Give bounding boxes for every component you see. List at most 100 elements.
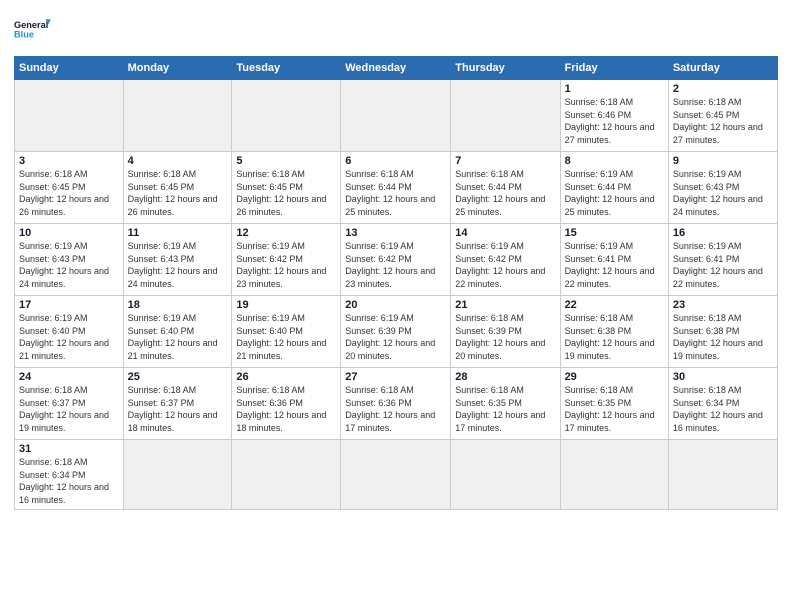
- calendar-week-1: 1Sunrise: 6:18 AMSunset: 6:46 PMDaylight…: [15, 80, 778, 152]
- calendar-cell: 1Sunrise: 6:18 AMSunset: 6:46 PMDaylight…: [560, 80, 668, 152]
- day-number: 10: [19, 227, 119, 239]
- calendar-cell: 5Sunrise: 6:18 AMSunset: 6:45 PMDaylight…: [232, 152, 341, 224]
- calendar-cell: 21Sunrise: 6:18 AMSunset: 6:39 PMDayligh…: [451, 296, 560, 368]
- day-number: 6: [345, 155, 446, 167]
- calendar-week-6: 31Sunrise: 6:18 AMSunset: 6:34 PMDayligh…: [15, 440, 778, 510]
- day-info: Sunrise: 6:18 AMSunset: 6:46 PMDaylight:…: [565, 96, 664, 146]
- day-info: Sunrise: 6:18 AMSunset: 6:35 PMDaylight:…: [565, 384, 664, 434]
- day-info: Sunrise: 6:19 AMSunset: 6:40 PMDaylight:…: [19, 312, 119, 362]
- day-number: 7: [455, 155, 555, 167]
- day-number: 27: [345, 371, 446, 383]
- calendar-cell: 31Sunrise: 6:18 AMSunset: 6:34 PMDayligh…: [15, 440, 124, 510]
- day-info: Sunrise: 6:19 AMSunset: 6:43 PMDaylight:…: [19, 240, 119, 290]
- calendar-week-4: 17Sunrise: 6:19 AMSunset: 6:40 PMDayligh…: [15, 296, 778, 368]
- calendar-cell: 14Sunrise: 6:19 AMSunset: 6:42 PMDayligh…: [451, 224, 560, 296]
- day-number: 19: [236, 299, 336, 311]
- day-info: Sunrise: 6:18 AMSunset: 6:45 PMDaylight:…: [673, 96, 773, 146]
- day-info: Sunrise: 6:19 AMSunset: 6:40 PMDaylight:…: [236, 312, 336, 362]
- calendar-cell: 2Sunrise: 6:18 AMSunset: 6:45 PMDaylight…: [668, 80, 777, 152]
- day-number: 15: [565, 227, 664, 239]
- calendar-cell: [560, 440, 668, 510]
- day-info: Sunrise: 6:19 AMSunset: 6:42 PMDaylight:…: [236, 240, 336, 290]
- day-info: Sunrise: 6:18 AMSunset: 6:38 PMDaylight:…: [565, 312, 664, 362]
- day-info: Sunrise: 6:18 AMSunset: 6:38 PMDaylight:…: [673, 312, 773, 362]
- calendar-cell: [341, 80, 451, 152]
- day-info: Sunrise: 6:18 AMSunset: 6:44 PMDaylight:…: [345, 168, 446, 218]
- calendar-cell: 28Sunrise: 6:18 AMSunset: 6:35 PMDayligh…: [451, 368, 560, 440]
- day-info: Sunrise: 6:19 AMSunset: 6:41 PMDaylight:…: [565, 240, 664, 290]
- svg-text:General: General: [14, 20, 48, 30]
- calendar-cell: 23Sunrise: 6:18 AMSunset: 6:38 PMDayligh…: [668, 296, 777, 368]
- day-number: 12: [236, 227, 336, 239]
- day-number: 17: [19, 299, 119, 311]
- weekday-header-wednesday: Wednesday: [341, 57, 451, 80]
- day-number: 9: [673, 155, 773, 167]
- day-number: 8: [565, 155, 664, 167]
- calendar-page: General Blue SundayMondayTuesdayWednesda…: [0, 0, 792, 612]
- calendar-week-5: 24Sunrise: 6:18 AMSunset: 6:37 PMDayligh…: [15, 368, 778, 440]
- day-info: Sunrise: 6:18 AMSunset: 6:34 PMDaylight:…: [673, 384, 773, 434]
- calendar-cell: 15Sunrise: 6:19 AMSunset: 6:41 PMDayligh…: [560, 224, 668, 296]
- day-info: Sunrise: 6:18 AMSunset: 6:37 PMDaylight:…: [19, 384, 119, 434]
- calendar-cell: 20Sunrise: 6:19 AMSunset: 6:39 PMDayligh…: [341, 296, 451, 368]
- day-number: 2: [673, 83, 773, 95]
- day-number: 20: [345, 299, 446, 311]
- day-number: 22: [565, 299, 664, 311]
- calendar-cell: 24Sunrise: 6:18 AMSunset: 6:37 PMDayligh…: [15, 368, 124, 440]
- day-number: 31: [19, 443, 119, 455]
- calendar-cell: 26Sunrise: 6:18 AMSunset: 6:36 PMDayligh…: [232, 368, 341, 440]
- day-number: 11: [128, 227, 228, 239]
- day-info: Sunrise: 6:19 AMSunset: 6:43 PMDaylight:…: [673, 168, 773, 218]
- calendar-cell: 29Sunrise: 6:18 AMSunset: 6:35 PMDayligh…: [560, 368, 668, 440]
- calendar-cell: 4Sunrise: 6:18 AMSunset: 6:45 PMDaylight…: [123, 152, 232, 224]
- calendar-cell: [15, 80, 124, 152]
- day-info: Sunrise: 6:18 AMSunset: 6:45 PMDaylight:…: [128, 168, 228, 218]
- day-number: 5: [236, 155, 336, 167]
- calendar-cell: [451, 440, 560, 510]
- calendar-cell: 19Sunrise: 6:19 AMSunset: 6:40 PMDayligh…: [232, 296, 341, 368]
- header: General Blue: [14, 10, 778, 48]
- day-number: 13: [345, 227, 446, 239]
- calendar-header: SundayMondayTuesdayWednesdayThursdayFrid…: [15, 57, 778, 80]
- day-number: 18: [128, 299, 228, 311]
- day-number: 14: [455, 227, 555, 239]
- day-number: 23: [673, 299, 773, 311]
- calendar-cell: 30Sunrise: 6:18 AMSunset: 6:34 PMDayligh…: [668, 368, 777, 440]
- calendar-cell: [341, 440, 451, 510]
- calendar-cell: 3Sunrise: 6:18 AMSunset: 6:45 PMDaylight…: [15, 152, 124, 224]
- weekday-header-sunday: Sunday: [15, 57, 124, 80]
- calendar-cell: 6Sunrise: 6:18 AMSunset: 6:44 PMDaylight…: [341, 152, 451, 224]
- calendar-week-2: 3Sunrise: 6:18 AMSunset: 6:45 PMDaylight…: [15, 152, 778, 224]
- day-number: 26: [236, 371, 336, 383]
- calendar-cell: 11Sunrise: 6:19 AMSunset: 6:43 PMDayligh…: [123, 224, 232, 296]
- calendar-cell: [232, 440, 341, 510]
- logo: General Blue: [14, 10, 52, 48]
- calendar-cell: [451, 80, 560, 152]
- day-info: Sunrise: 6:18 AMSunset: 6:44 PMDaylight:…: [455, 168, 555, 218]
- weekday-header-thursday: Thursday: [451, 57, 560, 80]
- day-info: Sunrise: 6:18 AMSunset: 6:45 PMDaylight:…: [236, 168, 336, 218]
- day-info: Sunrise: 6:19 AMSunset: 6:41 PMDaylight:…: [673, 240, 773, 290]
- day-number: 16: [673, 227, 773, 239]
- day-info: Sunrise: 6:19 AMSunset: 6:40 PMDaylight:…: [128, 312, 228, 362]
- calendar-cell: 16Sunrise: 6:19 AMSunset: 6:41 PMDayligh…: [668, 224, 777, 296]
- calendar-week-3: 10Sunrise: 6:19 AMSunset: 6:43 PMDayligh…: [15, 224, 778, 296]
- calendar-cell: [232, 80, 341, 152]
- day-info: Sunrise: 6:19 AMSunset: 6:39 PMDaylight:…: [345, 312, 446, 362]
- day-number: 24: [19, 371, 119, 383]
- calendar-cell: 12Sunrise: 6:19 AMSunset: 6:42 PMDayligh…: [232, 224, 341, 296]
- logo-icon: General Blue: [14, 10, 52, 48]
- calendar-cell: 22Sunrise: 6:18 AMSunset: 6:38 PMDayligh…: [560, 296, 668, 368]
- day-number: 1: [565, 83, 664, 95]
- calendar-cell: 8Sunrise: 6:19 AMSunset: 6:44 PMDaylight…: [560, 152, 668, 224]
- calendar-cell: [123, 80, 232, 152]
- day-info: Sunrise: 6:19 AMSunset: 6:42 PMDaylight:…: [455, 240, 555, 290]
- day-info: Sunrise: 6:18 AMSunset: 6:45 PMDaylight:…: [19, 168, 119, 218]
- day-number: 3: [19, 155, 119, 167]
- calendar-cell: 27Sunrise: 6:18 AMSunset: 6:36 PMDayligh…: [341, 368, 451, 440]
- day-info: Sunrise: 6:18 AMSunset: 6:36 PMDaylight:…: [345, 384, 446, 434]
- weekday-header-friday: Friday: [560, 57, 668, 80]
- day-info: Sunrise: 6:18 AMSunset: 6:36 PMDaylight:…: [236, 384, 336, 434]
- weekday-header-monday: Monday: [123, 57, 232, 80]
- day-number: 25: [128, 371, 228, 383]
